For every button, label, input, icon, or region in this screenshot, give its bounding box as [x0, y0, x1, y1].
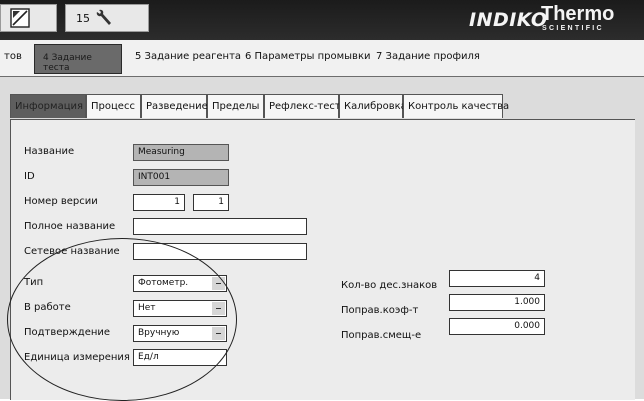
scientific-logo: SCIENTIFIC	[542, 25, 604, 32]
version-label: Номер версии	[24, 196, 98, 207]
id-label: ID	[24, 171, 35, 182]
chevron-down-icon[interactable]	[212, 277, 225, 290]
window-icon	[10, 8, 30, 28]
info-panel: Название Measuring ID INT001 Номер верси…	[10, 119, 635, 400]
sub-tab-quality-control[interactable]: Контроль качества	[403, 94, 509, 118]
sub-tab-reflex[interactable]: Рефлекс-тест	[264, 94, 341, 118]
factor-label: Поправ.коэф-т	[341, 305, 419, 316]
thermo-logo: Thermo	[541, 3, 615, 25]
offset-label: Поправ.смещ-е	[341, 330, 422, 341]
sub-tab-dilution[interactable]: Разведение	[141, 94, 208, 118]
type-value: Фотометр.	[138, 278, 189, 288]
netname-label: Сетевое название	[24, 246, 120, 257]
name-field[interactable]: Measuring	[133, 144, 229, 161]
chevron-down-icon[interactable]	[212, 302, 225, 315]
decimals-field[interactable]: 4	[449, 270, 545, 287]
version-major-field[interactable]: 1	[133, 194, 185, 211]
header-bar: 15 INDIKO Thermo SCIENTIFIC	[0, 0, 644, 40]
inwork-label: В работе	[24, 302, 71, 313]
main-tab-test-definition[interactable]: 4 Задание теста	[34, 44, 122, 74]
inwork-value: Нет	[138, 303, 156, 313]
netname-field[interactable]	[133, 243, 307, 260]
type-select[interactable]: Фотометр.	[133, 275, 227, 292]
unit-label: Единица измерения	[24, 352, 130, 363]
confirm-value: Вручную	[138, 328, 180, 338]
sub-tab-process[interactable]: Процесс	[86, 94, 141, 118]
offset-field[interactable]: 0.000	[449, 318, 545, 335]
inwork-select[interactable]: Нет	[133, 300, 227, 317]
name-label: Название	[24, 146, 75, 157]
main-tab-profile[interactable]: 7 Задание профиля	[376, 51, 480, 62]
indiko-logo: INDIKO	[469, 9, 548, 31]
main-tab-partial[interactable]: тов	[4, 51, 22, 62]
wrench-icon	[96, 9, 111, 25]
factor-field[interactable]: 1.000	[449, 294, 545, 311]
sub-tab-info[interactable]: Информация	[10, 94, 86, 118]
type-label: Тип	[24, 277, 44, 288]
fullname-field[interactable]	[133, 218, 307, 235]
chevron-down-icon[interactable]	[212, 327, 225, 340]
sub-tab-bar: Информация Процесс Разведение Пределы Ре…	[10, 94, 590, 120]
main-tab-wash[interactable]: 6 Параметры промывки	[245, 51, 370, 62]
content-area: Информация Процесс Разведение Пределы Ре…	[0, 77, 644, 400]
sub-tab-limits[interactable]: Пределы	[207, 94, 264, 118]
confirm-label: Подтверждение	[24, 327, 111, 338]
fullname-label: Полное название	[24, 221, 116, 232]
unit-field[interactable]: Ед/л	[133, 349, 227, 366]
app-window: 15 INDIKO Thermo SCIENTIFIC тов 4 Задани…	[0, 0, 644, 401]
tools-button[interactable]: 15	[65, 4, 149, 32]
version-minor-field[interactable]: 1	[193, 194, 229, 211]
id-field[interactable]: INT001	[133, 169, 229, 186]
main-tab-bar: тов 4 Задание теста 5 Задание реагента 6…	[0, 40, 644, 77]
main-tab-active-label: 4 Задание теста	[43, 53, 92, 73]
tools-number: 15	[76, 12, 90, 25]
home-button[interactable]	[0, 4, 57, 32]
confirm-select[interactable]: Вручную	[133, 325, 227, 342]
decimals-label: Кол-во дес.знаков	[341, 280, 438, 291]
sub-tab-calibration[interactable]: Калибровка	[339, 94, 407, 118]
main-tab-reagent[interactable]: 5 Задание реагента	[135, 51, 241, 62]
